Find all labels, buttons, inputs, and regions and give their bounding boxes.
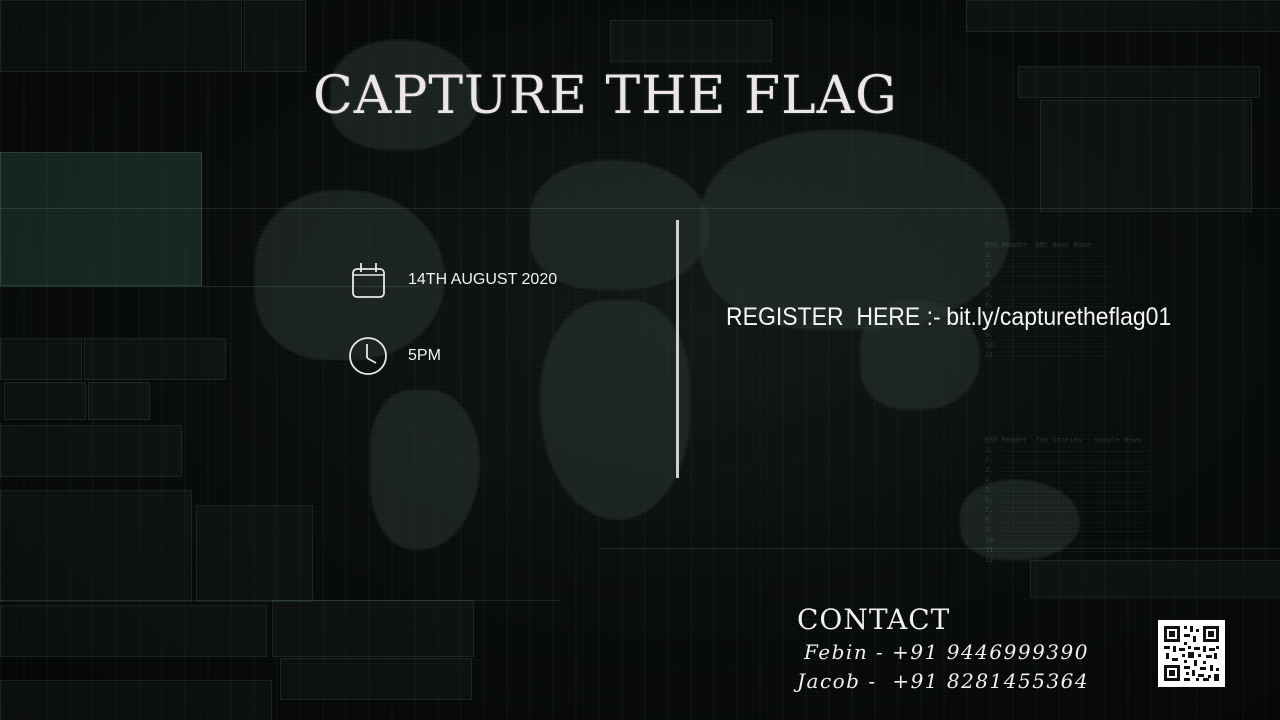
contact-febin: Febin - +91 9446999390 [804,640,1089,664]
poster-title: CAPTURE THE FLAG [313,66,898,126]
event-time: 5PM [348,336,441,376]
event-time-text: 5PM [408,347,441,364]
contact-jacob: Jacob - +91 8281455364 [797,669,1090,693]
register-link[interactable]: bit.ly/capturetheflag01 [946,303,1171,331]
vertical-divider [676,220,679,478]
event-date-text: 14TH AUGUST 2020 [408,271,558,288]
register-line: REGISTER HERE :- bit.ly/capturetheflag01 [726,303,1171,332]
ctf-poster: RSS Reader BBC News Home 1. ............… [0,0,1280,720]
register-label: REGISTER HERE :- [726,303,941,331]
qr-code-icon[interactable] [1158,620,1225,687]
clock-icon [349,337,387,375]
calendar-icon [352,263,385,298]
contact-heading: CONTACT [797,603,951,636]
event-date: 14TH AUGUST 2020 [350,260,557,300]
